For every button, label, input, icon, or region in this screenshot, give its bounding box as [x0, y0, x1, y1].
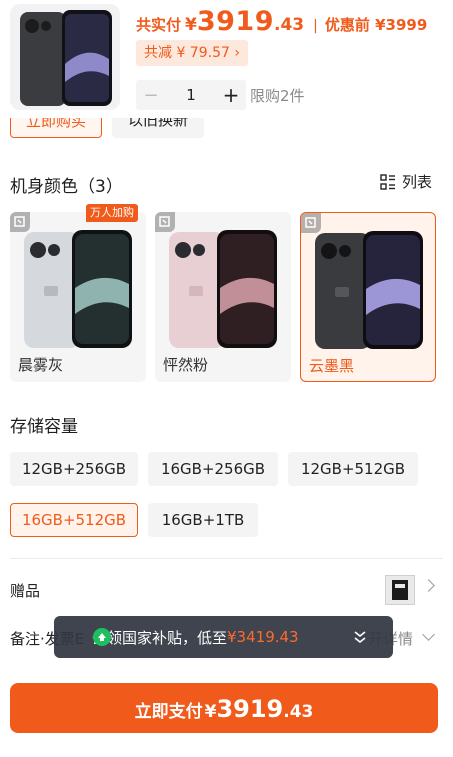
- subsidy-toast[interactable]: 去领国家补贴，低至 ¥3419.43: [54, 616, 393, 658]
- discount-detail-chip[interactable]: 共减 ¥ 79.57 ›: [136, 40, 248, 66]
- color-option-black[interactable]: 云墨黑: [300, 212, 436, 382]
- total-price-line: 共实付 ¥ 3919 .43 | 优惠前 ¥3999: [136, 6, 428, 37]
- subsidy-icon: [93, 628, 111, 646]
- trade-in-tab[interactable]: 以旧换新: [112, 118, 204, 138]
- pay-price-integer: 3919: [216, 695, 284, 723]
- phone-image-black: [313, 223, 425, 351]
- double-chevron-down-icon[interactable]: [353, 629, 367, 645]
- purchase-limit-text: 限购2件: [250, 87, 305, 105]
- color-name: 怦然粉: [163, 356, 209, 374]
- pay-currency: ¥: [204, 702, 217, 722]
- phone-image-gray: [22, 222, 134, 350]
- purchase-mode-tabs: 立即购买 以旧换新: [0, 118, 453, 142]
- quantity-stepper: − 1 +: [136, 80, 246, 110]
- pay-label: 立即支付: [134, 702, 203, 722]
- color-option-pink[interactable]: 怦然粉: [155, 212, 291, 382]
- total-price-integer: 3919: [196, 6, 275, 37]
- storage-option-16-1tb[interactable]: 16GB+1TB: [148, 503, 258, 537]
- color-name: 云墨黑: [309, 357, 355, 375]
- price-separator: |: [313, 18, 318, 34]
- popular-badge: 万人加购: [86, 204, 138, 222]
- storage-option-12-256[interactable]: 12GB+256GB: [10, 452, 138, 486]
- currency-symbol: ¥: [185, 15, 197, 35]
- color-option-gray[interactable]: 晨雾灰: [10, 212, 146, 382]
- phone-image-pink: [167, 222, 279, 350]
- total-price-decimal: .43: [274, 15, 305, 35]
- list-label: 列表: [402, 173, 433, 191]
- toast-amount: ¥3419.43: [227, 628, 299, 646]
- original-price: 优惠前 ¥3999: [324, 16, 428, 34]
- total-label: 共实付: [136, 16, 182, 34]
- chevron-down-icon[interactable]: [422, 628, 435, 641]
- buy-now-tab[interactable]: 立即购买: [10, 118, 102, 138]
- quantity-value[interactable]: 1: [166, 86, 216, 104]
- product-thumbnail: [10, 4, 120, 110]
- divider: [10, 558, 443, 559]
- order-summary-bar: 共实付 ¥ 3919 .43 | 优惠前 ¥3999 共减 ¥ 79.57 › …: [0, 0, 453, 118]
- storage-option-16-256[interactable]: 16GB+256GB: [148, 452, 278, 486]
- pay-now-button[interactable]: 立即支付 ¥ 3919 .43: [10, 683, 438, 733]
- gift-thumbnail[interactable]: [385, 575, 415, 605]
- decrease-button[interactable]: −: [136, 85, 166, 106]
- increase-button[interactable]: +: [216, 83, 246, 107]
- gift-label: 赠品: [10, 582, 41, 600]
- toast-text: 去领国家补贴，低至: [92, 628, 228, 647]
- color-name: 晨雾灰: [18, 356, 64, 374]
- color-section-title: 机身颜色（3）: [10, 177, 123, 197]
- list-view-toggle[interactable]: 列表: [380, 171, 432, 192]
- pay-price-decimal: .43: [283, 702, 314, 722]
- list-icon: [380, 173, 396, 190]
- chevron-right-icon[interactable]: [422, 579, 435, 592]
- storage-option-16-512[interactable]: 16GB+512GB: [10, 503, 138, 537]
- storage-section-title: 存储容量: [10, 417, 78, 437]
- storage-option-12-512[interactable]: 12GB+512GB: [288, 452, 418, 486]
